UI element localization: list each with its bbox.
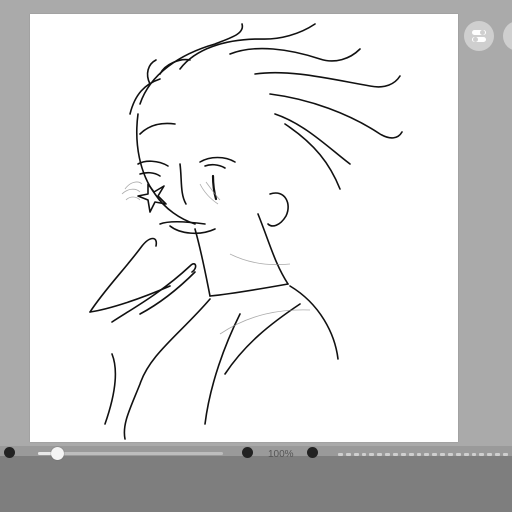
- page-indicator-dot: [487, 452, 493, 456]
- page-indicator-dot: [400, 452, 406, 456]
- more-options-button[interactable]: [503, 21, 512, 51]
- page-indicator-dot: [503, 452, 508, 456]
- page-indicator-dot: [479, 452, 485, 456]
- sketch-artwork: [89, 23, 403, 440]
- page-indicator-dot: [361, 452, 367, 456]
- page-indicator-dot: [338, 452, 343, 456]
- page-indicator-dot: [393, 452, 398, 456]
- page-indicator-dot: [448, 452, 453, 456]
- page-indicator-dot: [369, 452, 375, 456]
- page-indicator-dot: [463, 452, 469, 456]
- brush-settings-button[interactable]: [242, 447, 253, 458]
- zoom-level: 100%: [268, 449, 294, 460]
- page-indicator-dot: [424, 452, 430, 456]
- brush-size-thumb[interactable]: [50, 447, 64, 460]
- drawing-workspace[interactable]: 100%: [0, 0, 512, 512]
- page-indicator-dot: [385, 452, 391, 456]
- page-indicator-dot: [432, 452, 438, 456]
- toggle-settings-icon: [472, 30, 486, 42]
- drawing-canvas[interactable]: [30, 14, 458, 442]
- layers-button[interactable]: [307, 447, 318, 458]
- brush-size-slider[interactable]: [38, 447, 223, 460]
- page-indicator: [338, 452, 508, 456]
- color-swatch-button[interactable]: [4, 447, 15, 458]
- page-indicator-dot: [408, 452, 414, 456]
- page-indicator-dot: [377, 452, 383, 456]
- page-indicator-dot: [471, 452, 477, 456]
- page-indicator-dot: [455, 452, 461, 456]
- settings-toggle-button[interactable]: [464, 21, 494, 51]
- page-indicator-dot: [440, 452, 446, 456]
- page-indicator-dot: [353, 452, 359, 456]
- page-indicator-dot: [495, 452, 501, 456]
- page-indicator-dot: [345, 452, 351, 456]
- page-indicator-dot: [416, 452, 422, 456]
